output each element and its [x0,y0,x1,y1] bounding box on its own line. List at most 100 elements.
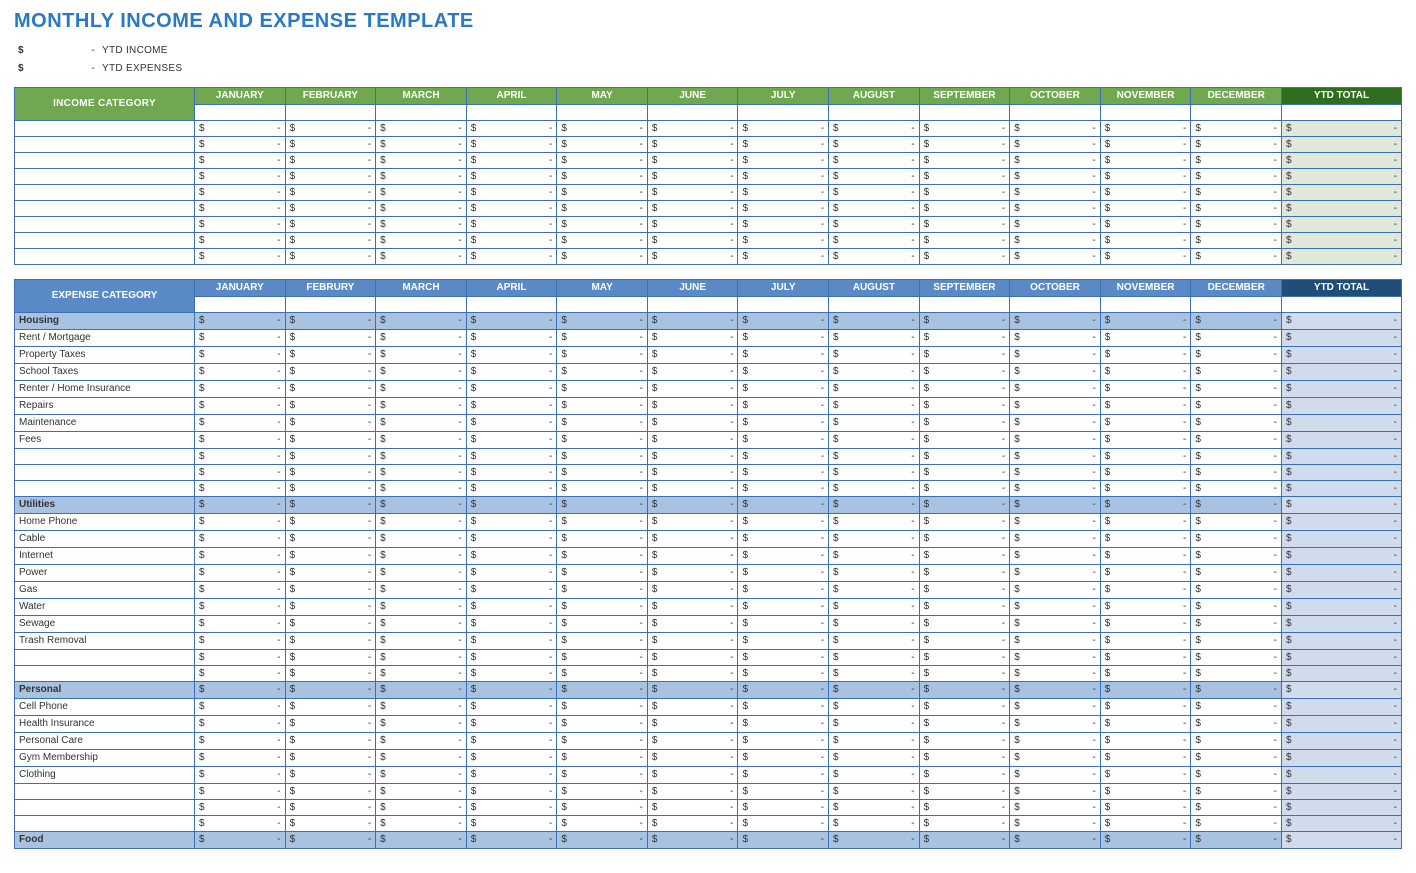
amount-cell[interactable]: $- [557,347,648,364]
amount-cell[interactable]: $- [466,217,557,233]
row-label[interactable]: School Taxes [15,364,195,381]
amount-cell[interactable]: $- [1100,699,1191,716]
amount-cell[interactable]: $- [738,185,829,201]
amount-cell[interactable]: $- [738,449,829,465]
amount-cell[interactable]: $- [557,364,648,381]
amount-cell[interactable]: $- [195,716,286,733]
amount-cell[interactable]: $- [466,816,557,832]
amount-cell[interactable]: $- [1100,582,1191,599]
amount-cell[interactable]: $- [1010,716,1101,733]
amount-cell[interactable]: $- [1010,137,1101,153]
amount-cell[interactable]: $- [1191,650,1282,666]
amount-cell[interactable]: $- [1191,832,1282,849]
amount-cell[interactable]: $- [466,481,557,497]
amount-cell[interactable]: $- [1100,185,1191,201]
amount-cell[interactable]: $- [829,313,920,330]
row-label[interactable]: Water [15,599,195,616]
row-label[interactable]: Housing [15,313,195,330]
row-label[interactable]: Utilities [15,497,195,514]
amount-cell[interactable]: $- [1100,137,1191,153]
amount-cell[interactable]: $- [1282,699,1402,716]
row-label[interactable]: Home Phone [15,514,195,531]
row-label[interactable]: Property Taxes [15,347,195,364]
amount-cell[interactable]: $- [647,733,738,750]
amount-cell[interactable]: $- [195,599,286,616]
amount-cell[interactable]: $- [738,800,829,816]
amount-cell[interactable]: $- [557,497,648,514]
amount-cell[interactable]: $- [1191,415,1282,432]
amount-cell[interactable]: $- [1010,750,1101,767]
amount-cell[interactable]: $- [1010,816,1101,832]
amount-cell[interactable]: $- [1100,347,1191,364]
amount-cell[interactable]: $- [1191,699,1282,716]
amount-cell[interactable]: $- [647,398,738,415]
amount-cell[interactable]: $- [1191,137,1282,153]
amount-cell[interactable]: $- [466,682,557,699]
amount-cell[interactable]: $- [1100,153,1191,169]
amount-cell[interactable]: $- [829,432,920,449]
amount-cell[interactable]: $- [1010,465,1101,481]
amount-cell[interactable]: $- [1191,153,1282,169]
amount-cell[interactable]: $- [466,750,557,767]
amount-cell[interactable]: $- [829,800,920,816]
row-label[interactable] [15,816,195,832]
amount-cell[interactable]: $- [1282,767,1402,784]
amount-cell[interactable]: $- [829,153,920,169]
amount-cell[interactable]: $- [466,582,557,599]
amount-cell[interactable]: $- [466,233,557,249]
amount-cell[interactable]: $- [195,249,286,265]
amount-cell[interactable]: $- [1010,121,1101,137]
amount-cell[interactable]: $- [285,381,376,398]
amount-cell[interactable]: $- [376,465,467,481]
amount-cell[interactable]: $- [1191,767,1282,784]
amount-cell[interactable]: $- [919,633,1010,650]
amount-cell[interactable]: $- [1100,816,1191,832]
amount-cell[interactable]: $- [1282,650,1402,666]
amount-cell[interactable]: $- [738,330,829,347]
amount-cell[interactable]: $- [647,313,738,330]
amount-cell[interactable]: $- [647,201,738,217]
amount-cell[interactable]: $- [195,313,286,330]
amount-cell[interactable]: $- [738,767,829,784]
amount-cell[interactable]: $- [466,398,557,415]
amount-cell[interactable]: $- [195,217,286,233]
amount-cell[interactable]: $- [1100,313,1191,330]
amount-cell[interactable]: $- [285,137,376,153]
amount-cell[interactable]: $- [195,733,286,750]
amount-cell[interactable]: $- [285,465,376,481]
amount-cell[interactable]: $- [738,121,829,137]
amount-cell[interactable]: $- [195,548,286,565]
amount-cell[interactable]: $- [376,733,467,750]
amount-cell[interactable]: $- [376,153,467,169]
amount-cell[interactable]: $- [829,185,920,201]
amount-cell[interactable]: $- [1100,465,1191,481]
amount-cell[interactable]: $- [1191,465,1282,481]
amount-cell[interactable]: $- [285,816,376,832]
amount-cell[interactable]: $- [1191,750,1282,767]
amount-cell[interactable]: $- [1100,249,1191,265]
amount-cell[interactable]: $- [557,800,648,816]
amount-cell[interactable]: $- [376,582,467,599]
amount-cell[interactable]: $- [919,398,1010,415]
amount-cell[interactable]: $- [376,249,467,265]
row-label[interactable] [15,249,195,265]
amount-cell[interactable]: $- [1100,548,1191,565]
amount-cell[interactable]: $- [1100,497,1191,514]
amount-cell[interactable]: $- [1010,767,1101,784]
amount-cell[interactable]: $- [738,599,829,616]
amount-cell[interactable]: $- [195,497,286,514]
amount-cell[interactable]: $- [376,800,467,816]
amount-cell[interactable]: $- [919,233,1010,249]
amount-cell[interactable]: $- [195,481,286,497]
amount-cell[interactable]: $- [285,832,376,849]
amount-cell[interactable]: $- [195,347,286,364]
amount-cell[interactable]: $- [376,682,467,699]
amount-cell[interactable]: $- [1100,481,1191,497]
amount-cell[interactable]: $- [466,249,557,265]
amount-cell[interactable]: $- [919,750,1010,767]
amount-cell[interactable]: $- [195,121,286,137]
amount-cell[interactable]: $- [738,481,829,497]
row-label[interactable] [15,153,195,169]
amount-cell[interactable]: $- [1191,185,1282,201]
amount-cell[interactable]: $- [647,514,738,531]
